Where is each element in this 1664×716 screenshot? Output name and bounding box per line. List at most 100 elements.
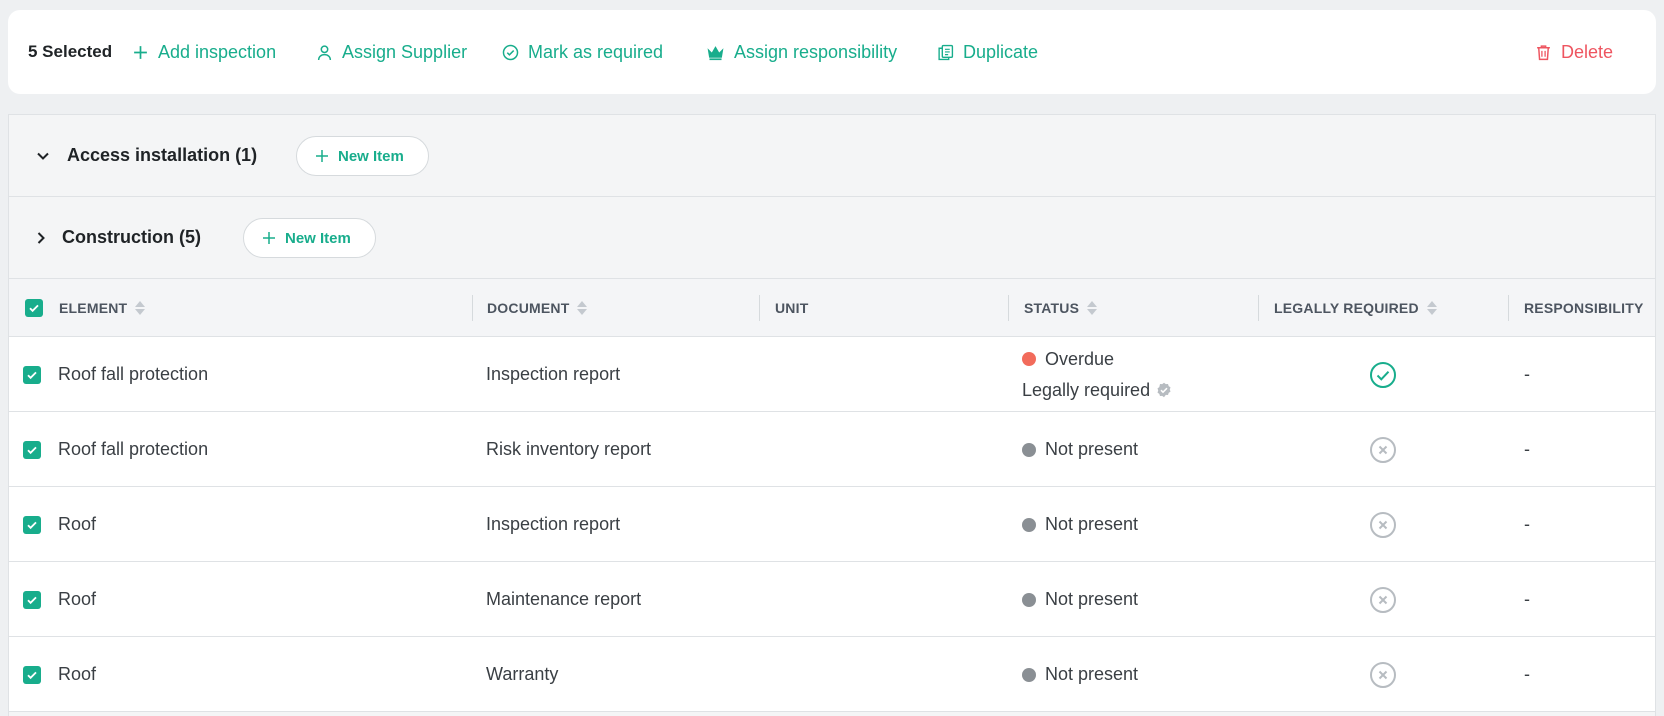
add-inspection-button[interactable]: Add inspection: [132, 10, 276, 94]
document-cell: Risk inventory report: [486, 439, 652, 459]
legally-required-cell[interactable]: [1369, 337, 1397, 412]
checkmark-icon: [27, 671, 37, 679]
table-row[interactable]: Roof fall protection Inspection report O…: [9, 337, 1655, 412]
select-all-checkbox[interactable]: [25, 299, 43, 317]
sort-icon[interactable]: [1426, 301, 1437, 315]
column-divider[interactable]: [472, 295, 473, 321]
mark-as-required-label: Mark as required: [528, 41, 664, 62]
column-label: DOCUMENT: [487, 300, 570, 316]
checkmark-icon: [27, 521, 37, 529]
row-checkbox[interactable]: [23, 665, 41, 684]
column-header-status[interactable]: STATUS: [1024, 279, 1098, 337]
sort-icon[interactable]: [1087, 301, 1098, 315]
status-line: Not present: [1022, 664, 1138, 685]
checklist-panel: Access installation (1) New Item Constru…: [8, 114, 1656, 716]
assign-responsibility-label: Assign responsibility: [734, 41, 898, 62]
responsibility-cell: -: [1524, 589, 1530, 609]
x-circle-icon[interactable]: [1369, 511, 1397, 539]
column-header-unit: UNIT: [775, 279, 808, 337]
legally-required-cell[interactable]: [1369, 637, 1397, 712]
group-header-access-installation[interactable]: Access installation (1) New Item: [9, 115, 1655, 197]
new-item-label: New Item: [338, 147, 404, 165]
status-dot-icon: [1022, 592, 1036, 607]
x-circle-icon[interactable]: [1369, 586, 1397, 614]
legally-required-cell[interactable]: [1369, 487, 1397, 562]
group-title: Access installation (1): [67, 145, 258, 165]
row-checkbox-cell[interactable]: [23, 487, 41, 562]
column-label: STATUS: [1024, 300, 1080, 316]
row-checkbox-cell[interactable]: [23, 412, 41, 487]
check-circle-icon: [502, 44, 519, 60]
responsibility-cell: -: [1524, 514, 1530, 534]
check-circle-icon[interactable]: [1369, 361, 1397, 389]
column-divider[interactable]: [759, 295, 760, 321]
table-row[interactable]: Roof Inspection report Not present -: [9, 487, 1655, 562]
legally-required-text: Legally required: [1022, 379, 1151, 400]
document-cell: Inspection report: [486, 514, 621, 534]
sort-icon[interactable]: [577, 301, 588, 315]
row-checkbox[interactable]: [23, 515, 41, 534]
chevron-right-icon[interactable]: [31, 228, 51, 248]
status-text: Not present: [1045, 664, 1139, 684]
column-header-element[interactable]: ELEMENT: [59, 279, 146, 337]
status-dot-icon: [1022, 667, 1036, 682]
row-checkbox-cell[interactable]: [23, 562, 41, 637]
table-row[interactable]: Roof Maintenance report Not present -: [9, 562, 1655, 637]
row-checkbox[interactable]: [23, 590, 41, 609]
delete-label: Delete: [1561, 41, 1614, 62]
new-item-button[interactable]: New Item: [296, 136, 429, 176]
column-divider[interactable]: [1508, 295, 1509, 321]
legally-required-cell[interactable]: [1369, 412, 1397, 487]
responsibility-cell: -: [1524, 664, 1530, 684]
status-line: Not present: [1022, 514, 1138, 535]
bulk-action-bar: 5 Selected Add inspection Assign Supplie…: [8, 10, 1656, 94]
column-divider[interactable]: [1258, 295, 1259, 321]
table-row[interactable]: Roof Warranty Not present -: [9, 637, 1655, 712]
document-cell: Inspection report: [486, 364, 621, 384]
new-item-label: New Item: [285, 229, 351, 247]
select-all-checkbox-cell[interactable]: [25, 279, 43, 337]
delete-button[interactable]: Delete: [1535, 10, 1613, 94]
row-checkbox[interactable]: [23, 440, 41, 459]
duplicate-label: Duplicate: [963, 41, 1039, 62]
status-text: Not present: [1045, 589, 1139, 609]
row-checkbox-cell[interactable]: [23, 337, 41, 412]
row-checkbox-cell[interactable]: [23, 637, 41, 712]
element-cell: Roof fall protection: [58, 439, 209, 459]
status-dot-icon: [1022, 442, 1036, 457]
chevron-down-icon[interactable]: [33, 146, 53, 166]
legally-required-note: Legally required: [1022, 380, 1172, 401]
checkmark-icon: [27, 446, 37, 454]
duplicate-icon: [938, 44, 954, 60]
x-circle-icon[interactable]: [1369, 661, 1397, 689]
status-line: Not present: [1022, 439, 1138, 460]
column-header-document[interactable]: DOCUMENT: [487, 279, 588, 337]
group-header-construction[interactable]: Construction (5) New Item: [9, 197, 1655, 279]
element-cell: Roof: [58, 514, 97, 534]
status-line: Overdue: [1022, 349, 1114, 370]
status-cell: Overdue Legally required: [1022, 337, 1172, 412]
duplicate-button[interactable]: Duplicate: [937, 10, 1038, 94]
column-label: LEGALLY REQUIRED: [1274, 300, 1419, 316]
table-header: ELEMENT DOCUMENT UNIT STATUS LEGALLY REQ…: [9, 279, 1655, 337]
column-divider[interactable]: [1008, 295, 1009, 321]
table-row[interactable]: Roof fall protection Risk inventory repo…: [9, 412, 1655, 487]
checkmark-icon: [27, 371, 37, 379]
mark-as-required-button[interactable]: Mark as required: [502, 10, 663, 94]
group-title: Construction (5): [62, 227, 201, 247]
assign-supplier-button[interactable]: Assign Supplier: [316, 10, 467, 94]
legally-required-cell[interactable]: [1369, 562, 1397, 637]
assign-responsibility-button[interactable]: Assign responsibility: [706, 10, 897, 94]
row-checkbox[interactable]: [23, 365, 41, 384]
element-cell: Roof fall protection: [58, 364, 209, 384]
column-header-legally-required[interactable]: LEGALLY REQUIRED: [1274, 279, 1437, 337]
status-cell: Not present: [1022, 637, 1138, 712]
new-item-button[interactable]: New Item: [243, 218, 376, 258]
document-cell: Maintenance report: [486, 589, 642, 609]
status-cell: Not present: [1022, 562, 1138, 637]
user-icon: [317, 44, 332, 60]
status-text: Not present: [1045, 514, 1139, 534]
x-circle-icon[interactable]: [1369, 436, 1397, 464]
status-cell: Not present: [1022, 412, 1138, 487]
sort-icon[interactable]: [135, 301, 146, 315]
